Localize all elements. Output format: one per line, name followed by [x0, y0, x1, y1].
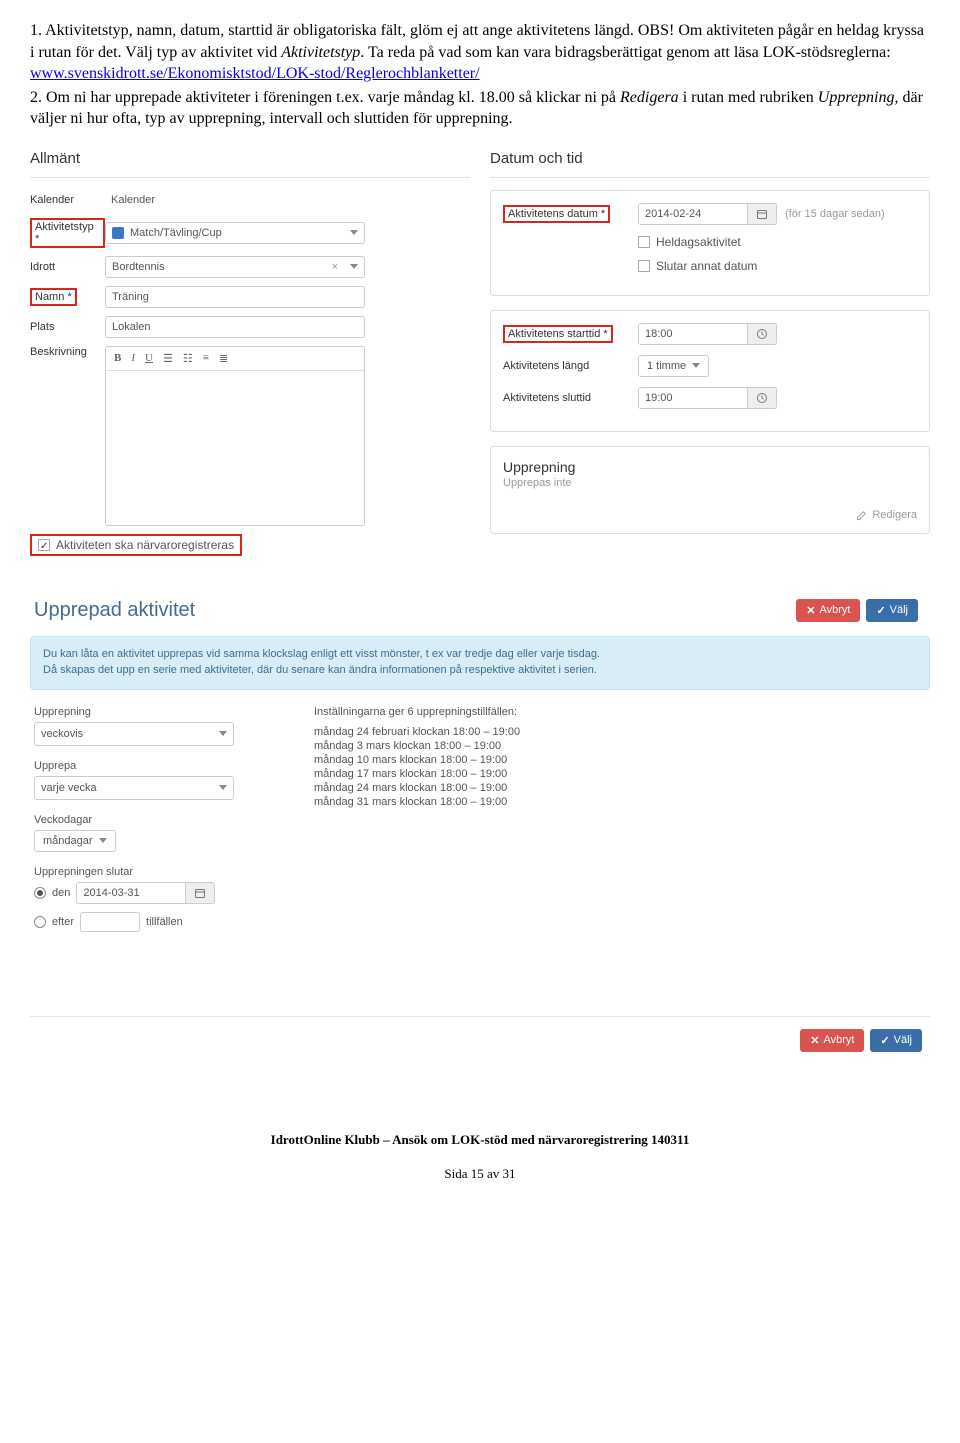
section-title-datum: Datum och tid — [490, 150, 930, 167]
label-length: Aktivitetens längd — [503, 360, 638, 372]
repeat-activity-panel: Upprepad aktivitet ✕Avbryt ✓Välj Du kan … — [30, 591, 930, 1052]
italic-button[interactable]: I — [131, 352, 135, 365]
input-endtime[interactable]: 19:00 — [638, 387, 748, 409]
bold-button[interactable]: B — [114, 352, 121, 365]
cancel-button-top[interactable]: ✕Avbryt — [796, 599, 860, 622]
label-endtime: Aktivitetens sluttid — [503, 392, 638, 404]
radio-end-date[interactable] — [34, 887, 46, 899]
label-kalender: Kalender — [30, 194, 105, 206]
chevron-down-icon — [99, 838, 107, 843]
rich-text-editor[interactable]: B I U ☰ ☷ ≡ ≣ — [105, 346, 365, 526]
label-repeat-ends: Upprepningen slutar — [34, 866, 284, 878]
outdent-button[interactable]: ≡ — [203, 352, 209, 365]
clear-icon[interactable]: × — [332, 261, 338, 273]
label-idrott: Idrott — [30, 261, 105, 273]
label-plats: Plats — [30, 321, 105, 333]
label-activity-date: Aktivitetens datum * — [503, 205, 610, 223]
select-upprepning[interactable]: veckovis — [34, 722, 234, 746]
select-idrott[interactable]: Bordtennis × — [105, 256, 365, 278]
checkbox-attendance[interactable] — [38, 539, 50, 551]
calendar-icon[interactable] — [748, 203, 777, 225]
select-aktivitetstyp[interactable]: Match/Tävling/Cup — [105, 222, 365, 244]
select-veckodagar[interactable]: måndagar — [34, 830, 116, 852]
chevron-down-icon — [692, 363, 700, 368]
label-starttime: Aktivitetens starttid * — [503, 325, 613, 343]
activity-form: Allmänt Kalender Kalender Aktivitetstyp … — [30, 150, 930, 556]
bullet-list-button[interactable]: ☰ — [163, 352, 173, 365]
clock-icon[interactable] — [748, 323, 777, 345]
label-slutar-annat: Slutar annat datum — [656, 259, 757, 273]
underline-button[interactable]: U — [145, 352, 153, 365]
repeat-preview: Inställningarna ger 6 upprepningstillfäl… — [314, 706, 926, 946]
repeat-title: Upprepning — [503, 459, 917, 475]
chevron-down-icon — [219, 731, 227, 736]
time-card: Aktivitetens starttid * 18:00 Aktivitete… — [490, 310, 930, 432]
lok-rules-link[interactable]: www.svenskidrott.se/Ekonomisktstod/LOK-s… — [30, 65, 480, 82]
repeat-panel-title: Upprepad aktivitet — [34, 599, 195, 622]
confirm-button-bottom[interactable]: ✓Välj — [870, 1029, 922, 1052]
select-upprepa[interactable]: varje vecka — [34, 776, 234, 800]
label-beskrivning: Beskrivning — [30, 346, 105, 358]
section-title-allmant: Allmänt — [30, 150, 470, 167]
select-length[interactable]: 1 timme — [638, 355, 709, 377]
page-footer: IdrottOnline Klubb – Ansök om LOK-stöd m… — [30, 1132, 930, 1182]
repeat-card: Upprepning Upprepas inte Redigera — [490, 446, 930, 534]
repeat-subtitle: Upprepas inte — [503, 477, 917, 489]
input-activity-date[interactable]: 2014-02-24 — [638, 203, 748, 225]
edit-repeat-link[interactable]: Redigera — [856, 509, 917, 521]
checkbox-slutar-annat[interactable] — [638, 260, 650, 272]
label-veckodagar: Veckodagar — [34, 814, 284, 826]
label-upprepa: Upprepa — [34, 760, 284, 772]
chevron-down-icon — [350, 264, 358, 269]
number-list-button[interactable]: ☷ — [183, 352, 193, 365]
label-namn: Namn * — [30, 288, 77, 306]
input-plats[interactable]: Lokalen — [105, 316, 365, 338]
date-hint: (för 15 dagar sedan) — [785, 208, 885, 220]
input-starttime[interactable]: 18:00 — [638, 323, 748, 345]
info-box: Du kan låta en aktivitet upprepas vid sa… — [30, 636, 930, 690]
color-swatch-icon — [112, 227, 124, 239]
indent-button[interactable]: ≣ — [219, 352, 228, 365]
clock-icon[interactable] — [748, 387, 777, 409]
chevron-down-icon — [350, 230, 358, 235]
confirm-button-top[interactable]: ✓Välj — [866, 599, 918, 622]
value-kalender: Kalender — [105, 190, 161, 210]
checkbox-heldag[interactable] — [638, 236, 650, 248]
cancel-button-bottom[interactable]: ✕Avbryt — [800, 1029, 864, 1052]
date-card: Aktivitetens datum * 2014-02-24 (för 15 … — [490, 190, 930, 296]
instruction-text: 1. Aktivitetstyp, namn, datum, starttid … — [30, 20, 930, 130]
attendance-wrapper: Aktiviteten ska närvaroregistreras — [30, 534, 242, 556]
calendar-icon[interactable] — [186, 882, 215, 904]
input-namn[interactable]: Träning — [105, 286, 365, 308]
input-end-count[interactable] — [80, 912, 140, 932]
input-end-date[interactable]: 2014-03-31 — [76, 882, 186, 904]
label-heldag: Heldagsaktivitet — [656, 235, 741, 249]
label-attendance: Aktiviteten ska närvaroregistreras — [56, 538, 234, 552]
radio-end-count[interactable] — [34, 916, 46, 928]
chevron-down-icon — [219, 785, 227, 790]
label-aktivitetstyp: Aktivitetstyp * — [30, 218, 105, 248]
label-upprepning: Upprepning — [34, 706, 284, 718]
editor-toolbar: B I U ☰ ☷ ≡ ≣ — [106, 347, 364, 371]
